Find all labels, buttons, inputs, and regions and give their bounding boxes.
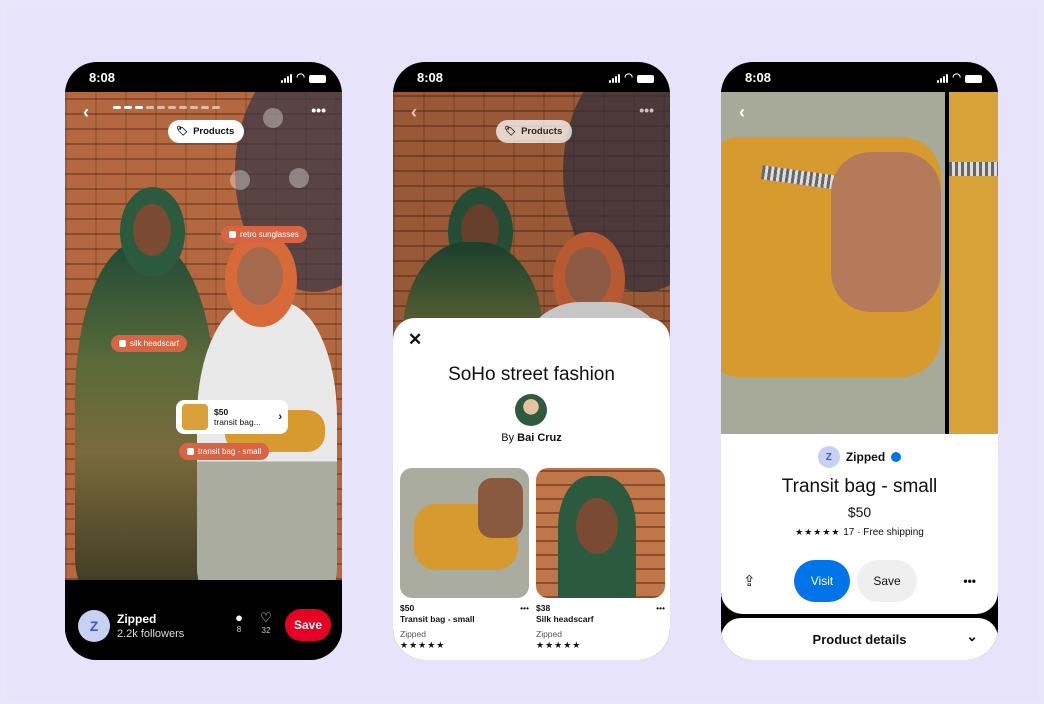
products-pill[interactable]: 🏷 Products	[168, 120, 245, 143]
comment-icon: ●	[235, 610, 243, 625]
product-price: $38	[536, 603, 551, 613]
author-avatar[interactable]	[515, 394, 547, 426]
heart-icon: ♡	[260, 610, 272, 625]
close-icon[interactable]: ✕	[408, 330, 422, 350]
product-preview-card[interactable]: $50 transit bag... ›	[176, 400, 288, 434]
like-button[interactable]: ♡ 32	[256, 610, 276, 635]
more-options-icon[interactable]: •••	[656, 603, 665, 614]
status-time: 8:08	[89, 70, 116, 85]
product-thumbnail	[182, 404, 208, 430]
tag-icon	[187, 448, 194, 455]
tag-icon: 🏷	[504, 126, 517, 137]
like-count: 32	[261, 626, 271, 635]
by-prefix: By	[501, 432, 515, 444]
chevron-down-icon: ⌄	[966, 628, 978, 644]
save-button[interactable]: Save	[857, 560, 917, 602]
status-bar: 8:08 ◠	[65, 62, 342, 92]
signal-wifi-battery-icons: ◠	[281, 72, 326, 83]
back-arrow-icon[interactable]: ‹	[411, 102, 417, 123]
product-image	[536, 468, 665, 598]
verified-icon	[891, 452, 902, 462]
phone-products-sheet: 8:08 ◠ ‹ ••• 🏷 Products ✕ SoHo street fa…	[393, 62, 670, 660]
product-details-label: Product details	[812, 632, 907, 647]
chevron-right-icon: ›	[278, 411, 282, 423]
board-title: SoHo street fashion	[448, 364, 615, 385]
merchant-avatar[interactable]: Z	[817, 446, 840, 468]
hotspot-dot[interactable]	[289, 168, 309, 188]
product-info: Z Zipped Transit bag - small $50 ★★★★★ 1…	[721, 434, 998, 614]
hotspot-dot[interactable]	[263, 108, 283, 128]
status-time: 8:08	[745, 70, 772, 85]
creator-bar: Z Zipped 2.2k followers ● 8 ♡ 32 Save	[65, 580, 342, 660]
preview-name: transit bag...	[214, 417, 261, 427]
preview-price: $50	[214, 407, 229, 417]
product-price: $50	[400, 603, 415, 613]
status-time: 8:08	[417, 70, 444, 85]
rating-text: 17 · Free shipping	[843, 527, 924, 538]
back-arrow-icon[interactable]: ‹	[739, 102, 745, 123]
product-name: Transit bag - small	[400, 614, 475, 624]
product-merchant: Zipped	[400, 629, 426, 639]
product-tag-sunglasses[interactable]: retro sunglasses	[221, 226, 307, 243]
merchant-name[interactable]: Zipped	[846, 450, 885, 464]
signal-wifi-battery-icons: ◠	[937, 72, 982, 83]
star-rating: ★★★★★	[795, 527, 841, 537]
author-name[interactable]: Bai Cruz	[517, 432, 562, 444]
story-progress	[113, 106, 220, 109]
more-options-icon[interactable]: •••	[520, 603, 529, 614]
star-rating: ★★★★★	[536, 640, 582, 650]
status-bar: 8:08 ◠	[721, 62, 998, 92]
comment-button[interactable]: ● 8	[231, 610, 247, 634]
share-icon[interactable]: ⇪	[743, 572, 756, 590]
product-photo-main	[721, 92, 945, 434]
creator-name[interactable]: Zipped	[117, 612, 156, 626]
product-card[interactable]: $38 ••• Silk headscarf Zipped ★★★★★	[536, 468, 665, 651]
creator-followers: 2.2k followers	[117, 628, 185, 640]
product-merchant: Zipped	[536, 629, 562, 639]
product-tag-headscarf[interactable]: silk headscarf	[111, 335, 187, 352]
product-image	[400, 468, 529, 598]
more-options-icon[interactable]: •••	[639, 102, 654, 118]
product-card[interactable]: $50 ••• Transit bag - small Zipped ★★★★★	[400, 468, 529, 651]
products-sheet: ✕ SoHo street fashion By Bai Cruz $50 •••…	[393, 318, 670, 660]
phone-story-pin: 8:08 ◠ ‹ ••• 🏷 Products retro sunglasses…	[65, 62, 342, 660]
products-pill[interactable]: 🏷 Products	[496, 120, 573, 143]
comment-count: 8	[236, 625, 242, 634]
more-options-icon[interactable]: •••	[963, 574, 976, 588]
back-arrow-icon[interactable]: ‹	[83, 102, 89, 123]
hotspot-dot[interactable]	[230, 170, 250, 190]
phone-product-detail: 8:08 ◠ ‹ Z Zipped Transit bag - small $5…	[721, 62, 998, 660]
status-bar: 8:08 ◠	[393, 62, 670, 92]
product-details-row[interactable]: Product details ⌄	[721, 618, 998, 660]
story-photo	[65, 92, 342, 580]
tag-icon	[119, 340, 126, 347]
creator-avatar[interactable]: Z	[78, 610, 110, 642]
product-title: Transit bag - small	[781, 476, 938, 497]
more-options-icon[interactable]: •••	[311, 102, 326, 118]
save-button[interactable]: Save	[285, 609, 331, 641]
product-photo-next[interactable]	[949, 92, 998, 434]
product-price: $50	[847, 504, 872, 520]
product-name: Silk headscarf	[536, 614, 594, 624]
visit-button[interactable]: Visit	[794, 560, 850, 602]
product-tag-transit-bag[interactable]: transit bag - small	[179, 443, 270, 460]
star-rating: ★★★★★	[400, 640, 446, 650]
signal-wifi-battery-icons: ◠	[609, 72, 654, 83]
tag-icon: 🏷	[176, 126, 189, 137]
tag-icon	[229, 231, 236, 238]
